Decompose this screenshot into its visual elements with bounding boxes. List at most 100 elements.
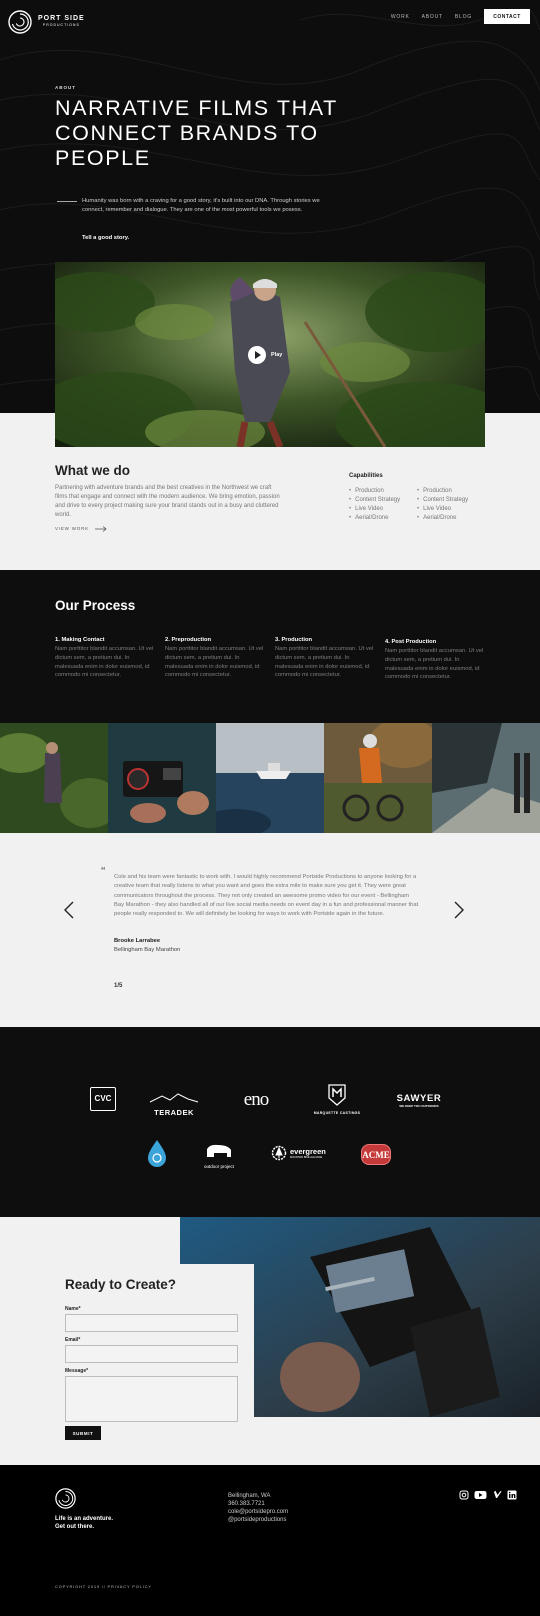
view-work-label: VIEW WORK	[55, 526, 89, 532]
chevron-left-icon[interactable]	[62, 900, 76, 920]
brand-subtext: PRODUCTIONS	[42, 23, 80, 27]
truck-photo-icon	[432, 723, 540, 833]
email-field[interactable]	[65, 1345, 238, 1363]
section-label: ABOUT	[55, 85, 76, 90]
capability-item: Aerial/Drone	[349, 514, 400, 523]
testimonial-quote: Cole and his team were fantastic to work…	[114, 874, 419, 918]
hero-tagline: Tell a good story.	[82, 235, 130, 241]
view-work-link[interactable]: VIEW WORK	[55, 526, 107, 532]
capability-item: Aerial/Drone	[417, 514, 468, 523]
message-field[interactable]	[65, 1376, 238, 1422]
swirl-logo-icon	[8, 10, 32, 34]
capability-item: Production	[349, 487, 400, 496]
step-text: Nam porttitor blandit accumsan. Ut vel d…	[165, 646, 264, 679]
capability-item: Content Strategy	[349, 496, 400, 505]
photo-truck-road[interactable]	[432, 723, 540, 833]
logo[interactable]: PORT SIDE PRODUCTIONS	[8, 10, 85, 34]
vimeo-icon[interactable]	[492, 1490, 502, 1500]
process-step-1: 1. Making Contact Nam porttitor blandit …	[55, 637, 155, 681]
contact-button[interactable]: CONTACT	[484, 9, 530, 24]
photo-forest-hiker[interactable]	[0, 723, 108, 833]
message-label: Message*	[65, 1368, 89, 1374]
brand-text: PORT SIDE	[38, 15, 85, 22]
contact-form: Ready to Create? Name* Email* Message* S…	[55, 1264, 254, 1458]
photo-strip	[0, 723, 540, 833]
swirl-logo-icon[interactable]	[55, 1488, 76, 1509]
footer-tagline: Life is an adventure. Get out there.	[55, 1515, 113, 1531]
footer-handle[interactable]: @portsideproductions	[228, 1516, 288, 1524]
name-field[interactable]	[65, 1314, 238, 1332]
hero-description: Humanity was born with a craving for a g…	[82, 198, 320, 213]
testimonial-organization: Bellingham Bay Marathon	[114, 947, 181, 953]
copyright-text[interactable]: COPYRIGHT 2019 // PRIVACY POLICY	[55, 1584, 152, 1589]
footer-email[interactable]: cole@portsidepro.com	[228, 1508, 288, 1516]
nav-blog[interactable]: BLOG	[455, 14, 472, 20]
footer	[0, 1465, 540, 1616]
client-logo-text: SAWYER	[396, 1093, 442, 1104]
youtube-icon[interactable]	[474, 1490, 487, 1500]
capabilities-list-1: Production Content Strategy Live Video A…	[349, 487, 400, 523]
form-title: Ready to Create?	[65, 1277, 177, 1292]
capabilities-title: Capabilities	[349, 473, 383, 479]
testimonial-section	[0, 833, 540, 1027]
boat-photo-icon	[216, 723, 324, 833]
client-logo-cvc: CVC	[90, 1087, 116, 1111]
play-button[interactable]: Play	[248, 346, 282, 364]
instagram-icon[interactable]	[459, 1490, 469, 1500]
client-logo-evergreen: evergreen MOUNTAIN BIKE ALLIANCE	[271, 1145, 327, 1161]
client-logo-subtext: MOUNTAIN BIKE ALLIANCE	[290, 1156, 323, 1159]
tagline-line-2: Get out there.	[55, 1524, 95, 1530]
client-logo-subtext: WE KEEP YOU OUTDOORS	[399, 1104, 439, 1108]
brand-name: PORT SIDE PRODUCTIONS	[38, 15, 85, 29]
submit-button[interactable]: SUBMIT	[65, 1426, 101, 1440]
photo-boat-water[interactable]	[216, 723, 324, 833]
photo-mountain-biker[interactable]	[324, 723, 432, 833]
page: { "header":{"brand":"PORT SIDE","brand_s…	[0, 0, 540, 1616]
client-logo-text: TERADEK	[154, 1108, 194, 1117]
client-logo-text: CVC	[94, 1094, 112, 1103]
mountain-icon	[149, 1093, 199, 1103]
water-drop-icon	[148, 1140, 166, 1167]
name-label: Name*	[65, 1306, 81, 1312]
forest-photo-icon	[0, 723, 108, 833]
linkedin-icon[interactable]	[507, 1490, 517, 1500]
step-title: 2. Preproduction	[165, 637, 212, 643]
capability-item: Live Video	[417, 505, 468, 514]
play-icon	[248, 346, 266, 364]
step-title: 4. Post Production	[385, 639, 437, 645]
step-title: 3. Production	[275, 637, 313, 643]
step-title: 1. Making Contact	[55, 637, 105, 643]
video-player[interactable]: Play	[55, 262, 485, 447]
email-label: Email*	[65, 1337, 81, 1343]
process-step-3: 3. Production Nam porttitor blandit accu…	[275, 637, 375, 681]
what-we-do-title: What we do	[55, 463, 130, 478]
process-step-4: 4. Post Production Nam porttitor blandit…	[385, 639, 485, 683]
client-logo-water-drop	[145, 1139, 169, 1172]
process-step-2: 2. Preproduction Nam porttitor blandit a…	[165, 637, 265, 681]
step-text: Nam porttitor blandit accumsan. Ut vel d…	[275, 646, 374, 679]
client-logo-sawyer: SAWYER WE KEEP YOU OUTDOORS	[391, 1093, 447, 1108]
photo-camera-hands[interactable]	[108, 723, 216, 833]
tagline-line-1: Life is an adventure.	[55, 1516, 114, 1522]
gear-tree-icon	[271, 1145, 287, 1161]
footer-phone[interactable]: 360.383.7721	[228, 1500, 288, 1508]
step-text: Nam porttitor blandit accumsan. Ut vel d…	[55, 646, 154, 679]
process-title: Our Process	[55, 598, 136, 613]
client-logo-marquette: MARQUETTE CASTINGS	[311, 1084, 363, 1115]
arrow-right-icon	[95, 526, 107, 532]
what-we-do-text: Partnering with adventure brands and the…	[55, 485, 280, 518]
camera-photo-icon	[108, 723, 216, 833]
client-logo-outdoor-project: outdoor project	[199, 1143, 239, 1169]
step-text: Nam porttitor blandit accumsan. Ut vel d…	[385, 648, 484, 681]
chevron-right-icon[interactable]	[452, 900, 466, 920]
nav-about[interactable]: ABOUT	[422, 14, 443, 20]
hero-title: NARRATIVE FILMS THAT CONNECT BRANDS TO P…	[55, 96, 338, 170]
capability-item: Live Video	[349, 505, 400, 514]
nav-work[interactable]: WORK	[391, 14, 410, 20]
client-logo-acme: ACME	[361, 1144, 391, 1165]
client-logo-eno: eno	[243, 1089, 269, 1110]
capability-item: Content Strategy	[417, 496, 468, 505]
shield-icon	[328, 1084, 346, 1106]
client-logo-text: evergreen	[290, 1147, 326, 1156]
testimonial-author: Brooke Larrabee	[114, 938, 161, 944]
